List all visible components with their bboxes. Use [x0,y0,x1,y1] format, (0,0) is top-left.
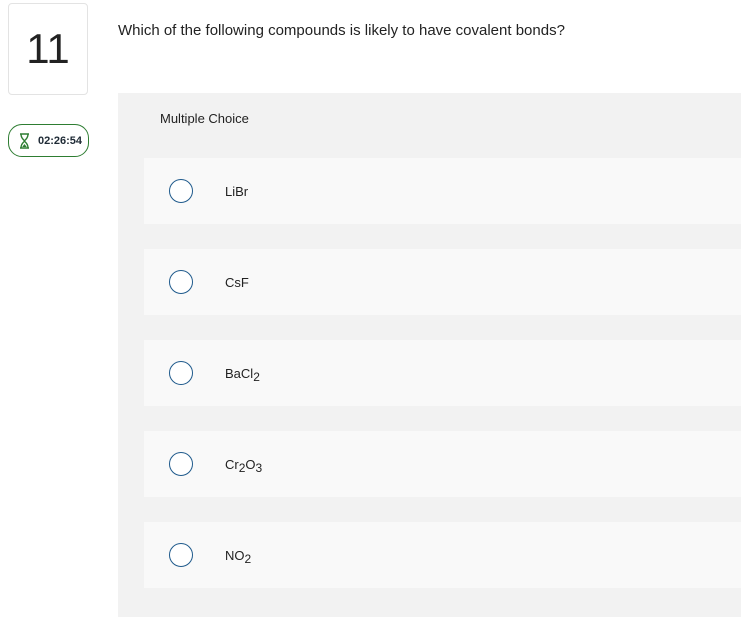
option-label: LiBr [225,183,249,199]
multiple-choice-header: Multiple Choice [160,111,249,126]
option-row[interactable]: LiBr [144,158,741,224]
radio-button[interactable] [169,452,193,476]
radio-button[interactable] [169,270,193,294]
multiple-choice-panel: Multiple Choice LiBr CsF BaCl2 Cr2O3 NO2 [118,93,741,617]
question-number: 11 [26,25,70,72]
radio-button[interactable] [169,179,193,203]
option-row[interactable]: CsF [144,249,741,315]
options-list: LiBr CsF BaCl2 Cr2O3 NO2 [144,158,741,613]
radio-button[interactable] [169,543,193,567]
option-label: CsF [225,274,249,290]
radio-button[interactable] [169,361,193,385]
question-number-box: 11 [8,3,88,95]
timer-badge[interactable]: 02:26:54 [8,124,89,157]
option-label: NO2 [225,547,252,566]
hourglass-icon [19,132,30,149]
option-row[interactable]: NO2 [144,522,741,588]
timer-value: 02:26:54 [38,134,83,147]
option-label: Cr2O3 [225,456,263,475]
question-text: Which of the following compounds is like… [118,22,565,39]
option-row[interactable]: Cr2O3 [144,431,741,497]
quiz-page: 11 02:26:54 Which of the following compo… [0,0,741,617]
option-row[interactable]: BaCl2 [144,340,741,406]
option-label: BaCl2 [225,365,260,384]
